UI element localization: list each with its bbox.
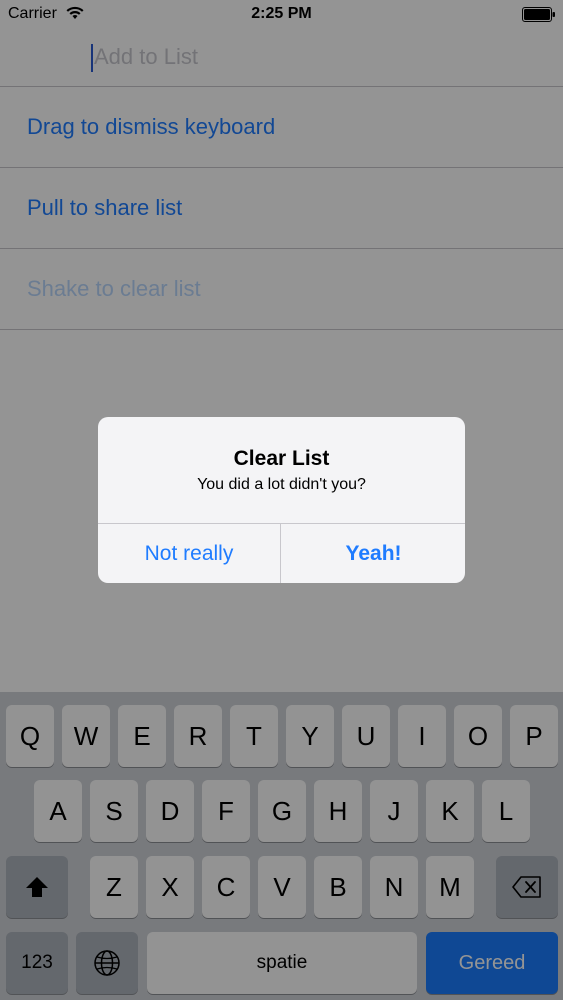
not-really-button[interactable]: Not really — [98, 524, 281, 583]
alert-message: You did a lot didn't you? — [197, 476, 366, 493]
app-screen: Carrier 2:25 PM Drag to dismiss keyboard… — [0, 0, 563, 1000]
yeah-button[interactable]: Yeah! — [282, 524, 465, 583]
clear-list-alert: Clear List You did a lot didn't you? Not… — [98, 417, 465, 583]
alert-button-bar: Not really Yeah! — [98, 523, 465, 583]
alert-title: Clear List — [233, 447, 330, 470]
